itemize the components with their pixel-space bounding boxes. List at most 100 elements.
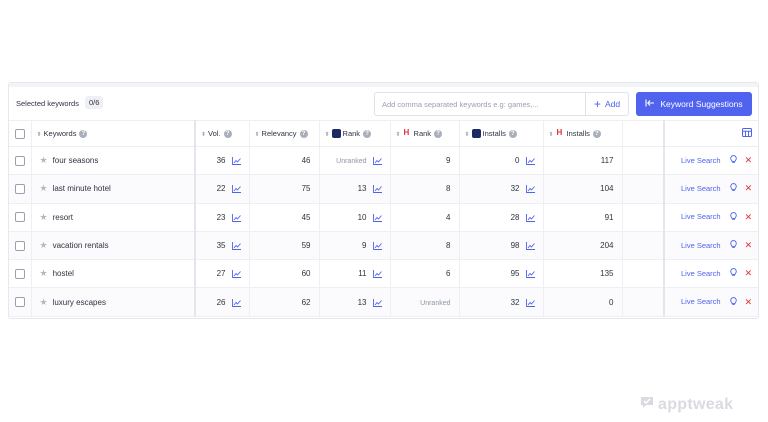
help-icon[interactable]: ? — [592, 129, 601, 138]
installs-app-a-cell: 0 — [459, 146, 544, 176]
lightbulb-icon[interactable] — [729, 240, 737, 251]
delete-icon[interactable]: ✕ — [745, 268, 753, 279]
help-icon[interactable]: ? — [363, 129, 372, 138]
row-checkbox[interactable] — [14, 297, 25, 308]
trend-chart-icon[interactable] — [525, 241, 535, 250]
trend-chart-icon[interactable] — [372, 298, 382, 307]
delete-icon[interactable]: ✕ — [745, 240, 753, 251]
rank-app-b-cell: 6 — [390, 259, 460, 289]
keyword-text: four seasons — [52, 156, 99, 166]
keyword-text: last minute hotel — [52, 184, 111, 194]
header-rank-app-a[interactable]: ⬍ Rank? — [319, 120, 391, 147]
relevancy-value: 62 — [301, 297, 311, 307]
rank-app-a-cell: 13 — [319, 174, 391, 204]
relevancy-value: 46 — [301, 156, 311, 166]
live-search-link[interactable]: Live Search — [671, 184, 721, 193]
live-search-link[interactable]: Live Search — [671, 269, 721, 278]
header-relevancy[interactable]: ⬍ Relevancy? — [249, 120, 320, 147]
header-rank-app-b[interactable]: ⬍Rank? — [390, 120, 460, 147]
volume-value: 35 — [216, 241, 226, 251]
trend-chart-icon[interactable] — [525, 213, 535, 222]
star-icon[interactable]: ★ — [40, 297, 48, 307]
trend-chart-icon[interactable] — [231, 213, 241, 222]
header-installs-app-b[interactable]: ⬍Installs? — [543, 120, 623, 147]
row-checkbox[interactable] — [14, 155, 25, 166]
installs-app-a-value: 95 — [510, 269, 520, 279]
installs-app-a-cell: 28 — [459, 203, 544, 232]
keyword-suggestions-button[interactable]: Keyword Suggestions — [636, 92, 752, 116]
header-keywords[interactable]: ⬍ Keywords? — [31, 120, 196, 147]
lightbulb-icon[interactable] — [729, 155, 737, 166]
row-checkbox[interactable] — [14, 240, 25, 251]
trend-chart-icon[interactable] — [525, 298, 535, 307]
help-icon[interactable]: ? — [223, 130, 232, 138]
row-checkbox[interactable] — [14, 183, 25, 194]
lightbulb-icon[interactable] — [729, 183, 737, 194]
trend-chart-icon[interactable] — [231, 241, 241, 250]
help-icon[interactable]: ? — [79, 130, 88, 138]
live-search-link[interactable]: Live Search — [671, 297, 721, 306]
help-icon[interactable]: ? — [434, 129, 443, 138]
relevancy-value: 45 — [301, 212, 311, 222]
add-keywords-button[interactable]: + Add — [585, 92, 629, 116]
keyword-suggestions-label: Keyword Suggestions — [660, 99, 743, 109]
rank-app-a-value: 13 — [357, 184, 367, 194]
relevancy-value: 60 — [301, 269, 311, 279]
table-row: ★ resort 23 45 10 4 28 91 Live Search ✕ — [9, 203, 758, 232]
trend-chart-icon[interactable] — [231, 298, 241, 307]
lightbulb-icon[interactable] — [729, 296, 737, 308]
row-checkbox[interactable] — [14, 212, 25, 223]
star-icon[interactable]: ★ — [40, 212, 48, 222]
live-search-link[interactable]: Live Search — [671, 156, 721, 165]
rank-app-b-cell: 9 — [390, 146, 460, 176]
trend-chart-icon[interactable] — [372, 185, 382, 194]
table-row: ★ luxury escapes 26 62 13 Unranked 32 0 Live Sea… — [9, 287, 758, 317]
live-search-link[interactable]: Live Search — [671, 212, 721, 221]
trend-chart-icon[interactable] — [372, 241, 382, 250]
help-icon[interactable]: ? — [299, 130, 308, 138]
delete-icon[interactable]: ✕ — [745, 297, 753, 308]
live-search-link[interactable]: Live Search — [671, 241, 721, 250]
installs-app-b-value: 91 — [604, 212, 614, 222]
delete-icon[interactable]: ✕ — [745, 155, 753, 166]
keyword-text: luxury escapes — [52, 297, 106, 307]
trend-chart-icon[interactable] — [372, 270, 382, 279]
star-icon[interactable]: ★ — [40, 240, 48, 250]
delete-icon[interactable]: ✕ — [745, 212, 753, 223]
star-icon[interactable]: ★ — [40, 183, 48, 193]
star-icon[interactable]: ★ — [40, 155, 48, 165]
trend-chart-icon[interactable] — [525, 157, 535, 165]
help-icon[interactable]: ? — [508, 129, 517, 138]
star-icon[interactable]: ★ — [40, 268, 48, 278]
sort-icon: ⬍ — [464, 131, 470, 138]
lightbulb-icon[interactable] — [729, 211, 737, 223]
trend-chart-icon[interactable] — [231, 157, 241, 165]
relevancy-cell: 75 — [249, 174, 320, 204]
select-all-checkbox[interactable] — [14, 128, 25, 139]
lightbulb-icon[interactable] — [729, 268, 737, 279]
trend-chart-icon[interactable] — [525, 185, 535, 194]
row-checkbox[interactable] — [14, 268, 25, 279]
trend-chart-icon[interactable] — [231, 270, 241, 279]
header-installs-app-a[interactable]: ⬍ Installs? — [459, 120, 544, 147]
rank-app-b-cell: 4 — [390, 203, 460, 232]
installs-app-b-value: 135 — [600, 269, 614, 279]
rank-app-b-cell: 8 — [390, 231, 460, 261]
app-b-icon — [403, 128, 412, 138]
delete-icon[interactable]: ✕ — [745, 183, 753, 194]
actions-cell: Live Search ✕ — [664, 203, 758, 232]
rank-app-a-cell: 9 — [319, 231, 391, 261]
add-keywords-input[interactable] — [374, 92, 585, 116]
actions-cell: Live Search ✕ — [664, 231, 758, 261]
actions-cell: Live Search ✕ — [664, 174, 758, 204]
installs-app-b-cell: 204 — [543, 231, 623, 261]
trend-chart-icon[interactable] — [372, 213, 382, 222]
installs-app-a-cell: 32 — [459, 287, 544, 317]
relevancy-cell: 46 — [249, 146, 320, 176]
row-select-cell — [9, 287, 32, 317]
header-volume[interactable]: ⬍ Vol.? — [195, 120, 250, 147]
columns-settings-icon[interactable] — [741, 128, 752, 139]
trend-chart-icon[interactable] — [372, 157, 382, 165]
trend-chart-icon[interactable] — [231, 185, 241, 194]
trend-chart-icon[interactable] — [525, 270, 535, 279]
